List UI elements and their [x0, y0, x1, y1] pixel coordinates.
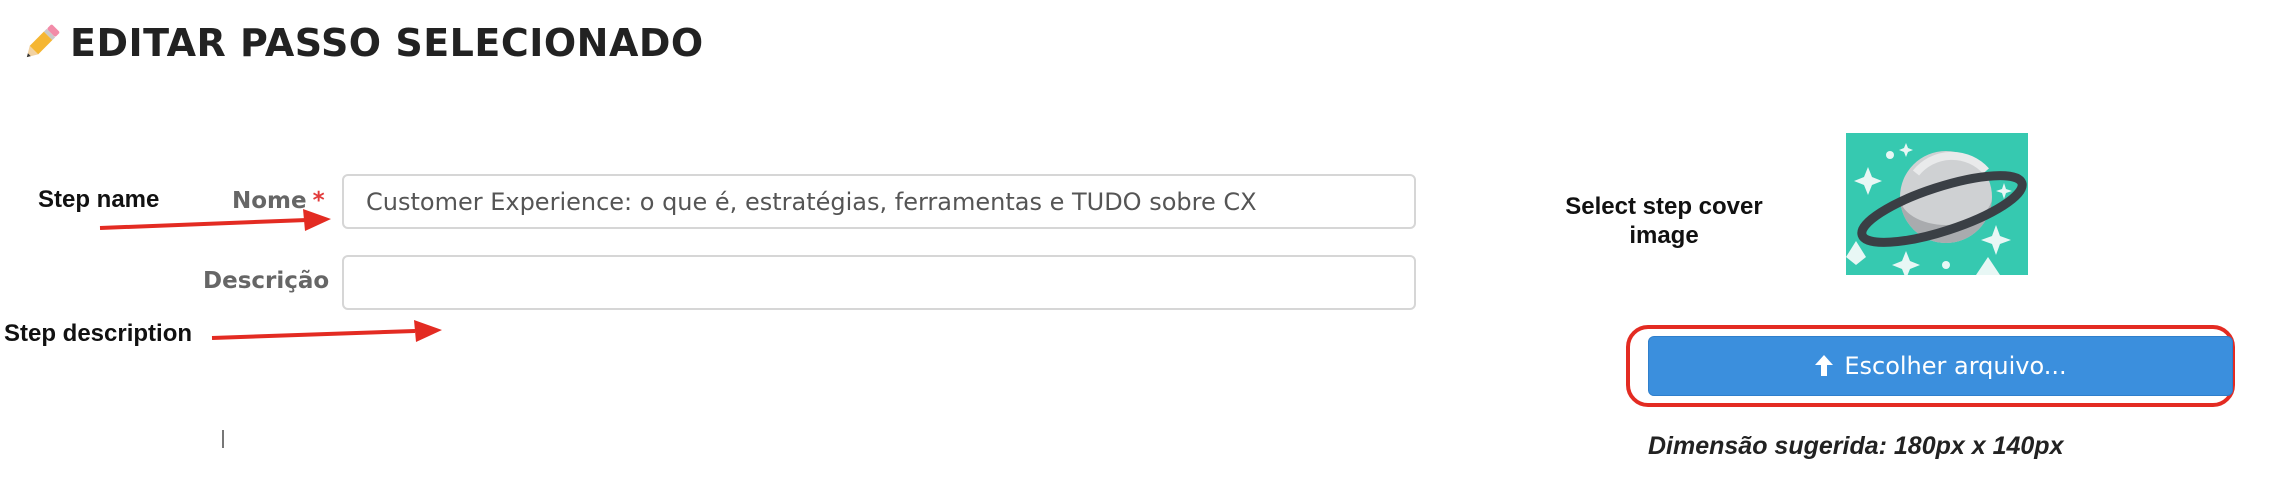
page-header: EDITAR PASSO SELECIONADO [18, 20, 704, 66]
upload-arrow-icon [1815, 355, 1834, 376]
planet-illustration [1846, 133, 2028, 275]
annotation-select-cover: Select step cover image [1565, 193, 1763, 249]
text-cursor-mark [222, 430, 224, 448]
annotation-step-description: Step description [4, 320, 193, 347]
annotation-arrow-description [211, 320, 442, 342]
step-description-input[interactable] [342, 255, 1416, 310]
page-title: EDITAR PASSO SELECIONADO [70, 21, 704, 65]
pencil-icon [26, 24, 60, 58]
step-name-value: Customer Experience: o que é, estratégia… [366, 187, 1257, 216]
name-label: Nome * [232, 188, 325, 214]
description-label: Descrição [203, 268, 330, 294]
required-asterisk: * [312, 188, 325, 214]
choose-file-label: Escolher arquivo... [1844, 352, 2067, 380]
step-name-input[interactable]: Customer Experience: o que é, estratégia… [342, 174, 1416, 229]
choose-file-button[interactable]: Escolher arquivo... [1648, 336, 2233, 396]
suggested-dimension-hint: Dimensão sugerida: 180px x 140px [1648, 432, 2064, 460]
step-cover-image [1846, 133, 2028, 275]
